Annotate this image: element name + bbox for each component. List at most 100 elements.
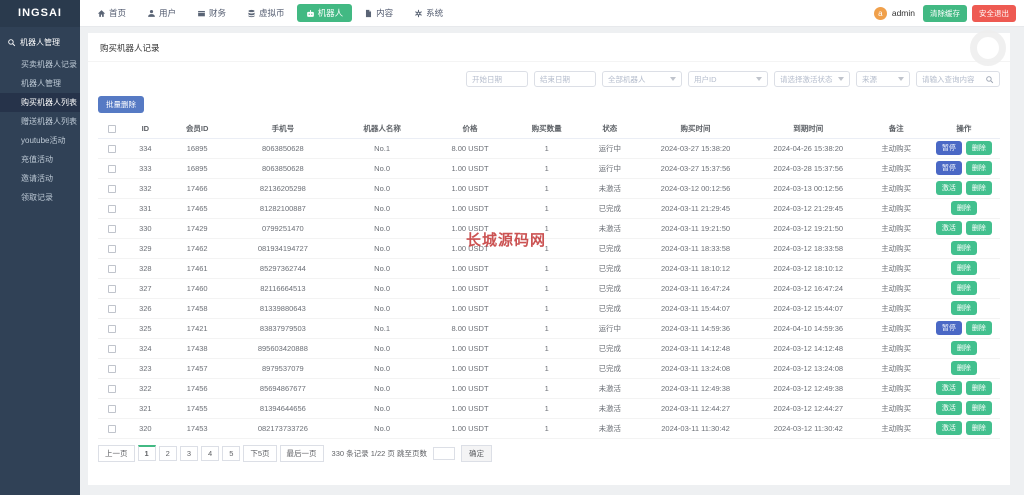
cell-remark: 主动购买 — [864, 178, 928, 199]
delete-button[interactable]: 删除 — [965, 321, 992, 335]
search-input[interactable]: 请输入查询内容 — [916, 71, 1000, 87]
row-checkbox[interactable] — [107, 404, 116, 413]
row-checkbox[interactable] — [107, 284, 116, 293]
cell-actions: 暂停 删除 — [927, 318, 1000, 339]
activate-button[interactable]: 激活 — [935, 221, 962, 235]
last-page-button[interactable]: 最后一页 — [279, 444, 324, 462]
cell-qty: 1 — [512, 378, 581, 399]
delete-button[interactable]: 删除 — [950, 281, 977, 295]
avatar[interactable]: a — [873, 6, 887, 20]
delete-button[interactable]: 删除 — [950, 341, 977, 355]
row-checkbox[interactable] — [107, 204, 116, 213]
row-checkbox[interactable] — [107, 424, 116, 433]
end-date-input[interactable]: 结束日期 — [534, 71, 596, 87]
delete-button[interactable]: 删除 — [950, 241, 977, 255]
row-checkbox[interactable] — [107, 224, 116, 233]
cell-actions: 删除 — [927, 338, 1000, 359]
prev-page-button[interactable]: 上一页 — [98, 444, 135, 462]
nav-item-1[interactable]: 首页 — [88, 4, 135, 22]
pause-button[interactable]: 暂停 — [935, 161, 962, 175]
sidebar-item-2[interactable]: 机器人管理 — [0, 74, 80, 93]
sidebar-item-4[interactable]: 赠送机器人列表 — [0, 112, 80, 131]
delete-button[interactable]: 删除 — [965, 421, 992, 435]
cell-status: 已完成 — [580, 258, 640, 279]
filter-bar: 开始日期 结束日期 全部机器人 用户ID 请选择激活状态 来源 请输入查询内容 — [88, 62, 1010, 92]
page-button-5[interactable]: 5 — [222, 445, 241, 461]
search-icon[interactable] — [985, 75, 994, 84]
delete-button[interactable]: 删除 — [950, 201, 977, 215]
cell-id: 326 — [125, 298, 166, 319]
row-checkbox[interactable] — [107, 384, 116, 393]
delete-button[interactable]: 删除 — [950, 361, 977, 375]
cell-status: 已完成 — [580, 298, 640, 319]
row-checkbox[interactable] — [107, 324, 116, 333]
batch-delete-button[interactable]: 批量删除 — [98, 96, 144, 113]
cell-id: 320 — [125, 418, 166, 439]
row-checkbox[interactable] — [107, 164, 116, 173]
sidebar-item-3[interactable]: 购买机器人列表 — [0, 93, 80, 112]
nav-item-7[interactable]: 系统 — [405, 4, 452, 22]
sidebar-item-7[interactable]: 邀请活动 — [0, 169, 80, 188]
column-header: 会员ID — [165, 119, 229, 139]
sidebar-item-6[interactable]: 充值活动 — [0, 150, 80, 169]
cell-id: 324 — [125, 338, 166, 359]
jump-confirm-button[interactable]: 确定 — [460, 444, 492, 462]
cell-price: 1.00 USDT — [427, 198, 513, 219]
source-select[interactable]: 来源 — [856, 71, 910, 87]
page-button-3[interactable]: 3 — [179, 445, 199, 461]
delete-button[interactable]: 删除 — [965, 401, 992, 415]
delete-button[interactable]: 删除 — [965, 141, 992, 155]
cell-buy_time: 2024-03-11 18:33:58 — [639, 238, 752, 259]
delete-button[interactable]: 删除 — [950, 301, 977, 315]
page-button-4[interactable]: 4 — [201, 445, 220, 461]
row-checkbox[interactable] — [107, 264, 116, 273]
cell-buy_time: 2024-03-11 12:44:27 — [639, 398, 752, 419]
row-checkbox[interactable] — [107, 364, 116, 373]
nav-item-4[interactable]: 虚拟币 — [238, 4, 294, 22]
row-checkbox[interactable] — [107, 304, 116, 313]
clear-cache-button[interactable]: 清除缓存 — [923, 4, 967, 22]
nav-item-3[interactable]: 财务 — [188, 4, 235, 22]
chevron-down-icon — [838, 77, 844, 81]
sidebar-item-8[interactable]: 领取记录 — [0, 188, 80, 207]
row-checkbox[interactable] — [107, 144, 116, 153]
cell-status: 未激活 — [580, 218, 640, 239]
jump-page-input[interactable] — [432, 446, 455, 460]
sidebar-item-5[interactable]: youtube活动 — [0, 131, 80, 150]
logout-button[interactable]: 安全退出 — [972, 4, 1016, 22]
delete-button[interactable]: 删除 — [965, 161, 992, 175]
cell-actions: 删除 — [927, 278, 1000, 299]
activate-button[interactable]: 激活 — [935, 421, 962, 435]
pause-button[interactable]: 暂停 — [935, 141, 962, 155]
activate-button[interactable]: 激活 — [935, 401, 962, 415]
pause-button[interactable]: 暂停 — [935, 321, 962, 335]
nav-item-label: 系统 — [426, 8, 444, 18]
cell-qty: 1 — [512, 358, 581, 379]
delete-button[interactable]: 删除 — [965, 181, 992, 195]
page-button-1[interactable]: 1 — [137, 445, 156, 461]
user-id-select[interactable]: 用户ID — [688, 71, 768, 87]
delete-button[interactable]: 删除 — [950, 261, 977, 275]
cell-phone: 82116664513 — [228, 278, 337, 299]
user-icon — [148, 9, 155, 17]
robot-select[interactable]: 全部机器人 — [602, 71, 682, 87]
nav-item-5[interactable]: 机器人 — [296, 4, 353, 22]
delete-button[interactable]: 删除 — [965, 381, 992, 395]
row-checkbox[interactable] — [107, 344, 116, 353]
nav-item-2[interactable]: 用户 — [138, 4, 185, 22]
start-date-input[interactable]: 开始日期 — [466, 71, 528, 87]
page-button-2[interactable]: 2 — [158, 445, 177, 461]
nav-item-6[interactable]: 内容 — [355, 4, 402, 22]
cell-id: 332 — [125, 178, 166, 199]
status-select[interactable]: 请选择激活状态 — [774, 71, 850, 87]
row-checkbox[interactable] — [107, 184, 116, 193]
cell-phone: 81394644656 — [228, 398, 337, 419]
activate-button[interactable]: 激活 — [935, 181, 962, 195]
activate-button[interactable]: 激活 — [935, 381, 962, 395]
row-checkbox[interactable] — [107, 244, 116, 253]
select-all-checkbox[interactable] — [107, 124, 116, 133]
delete-button[interactable]: 删除 — [965, 221, 992, 235]
sidebar-item-1[interactable]: 买卖机器人记录 — [0, 55, 80, 74]
next-5-pages-button[interactable]: 下5页 — [243, 444, 277, 462]
home-icon — [97, 9, 106, 17]
